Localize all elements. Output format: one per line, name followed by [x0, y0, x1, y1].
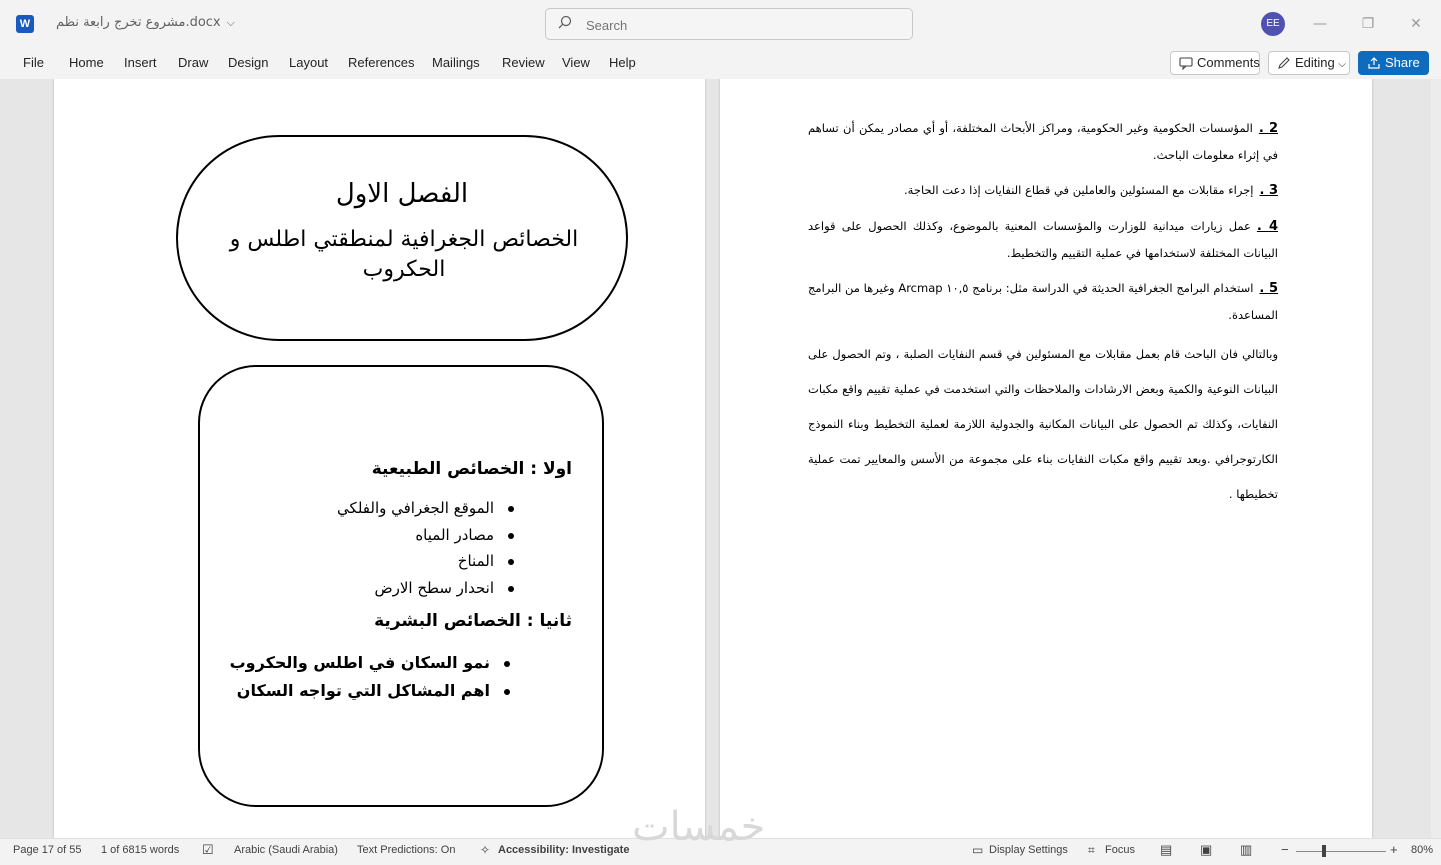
chapter-subtitle: الخصائص الجغرافية لمنطقتي اطلس و الحكروب	[229, 227, 579, 282]
menu-help[interactable]: Help	[609, 55, 636, 70]
language-status[interactable]: Arabic (Saudi Arabia)	[234, 844, 338, 856]
page-right[interactable]: 2 .المؤسسات الحكومية وغير الحكومية، ومرا…	[720, 79, 1372, 838]
menu-references[interactable]: References	[348, 55, 414, 70]
list-item: اهم المشاكل التي تواجه السكان	[237, 681, 510, 700]
item-text: المؤسسات الحكومية وغير الحكومية، ومراكز …	[808, 121, 1278, 162]
section1-heading: اولا : الخصائص الطبيعية	[371, 459, 572, 479]
list-item: نمو السكان في اطلس والحكروب	[230, 653, 510, 672]
item-text: عمل زيارات ميدانية للوزارت والمؤسسات الم…	[808, 219, 1278, 260]
zoom-level[interactable]: 80%	[1411, 844, 1433, 856]
bullet-icon	[508, 585, 514, 592]
document-title[interactable]: مشروع تخرج رابعة نظم.docx ⌵	[56, 15, 235, 30]
list-item: انحدار سطح الارض	[374, 579, 514, 597]
item-text: استخدام البرامج الجغرافية الحديثة في الد…	[808, 281, 1278, 322]
zoom-slider-thumb[interactable]	[1322, 845, 1326, 857]
list-item: 4 .عمل زيارات ميدانية للوزارت والمؤسسات …	[808, 213, 1278, 267]
text-predictions-status[interactable]: Text Predictions: On	[357, 844, 455, 856]
menu-home[interactable]: Home	[69, 55, 104, 70]
focus-button[interactable]: Focus	[1105, 844, 1135, 856]
zoom-out-icon[interactable]: −	[1281, 842, 1289, 857]
chapter-contents-shape[interactable]: اولا : الخصائص الطبيعية الموقع الجغرافي …	[198, 365, 604, 807]
chevron-down-icon: ⌵	[1338, 59, 1346, 70]
read-mode-icon[interactable]: ▤	[1160, 842, 1172, 858]
avatar[interactable]: EE	[1261, 12, 1285, 36]
menu-bar: File Home Insert Draw Design Layout Refe…	[0, 48, 1441, 92]
search-box[interactable]	[545, 8, 913, 40]
bullet-icon	[508, 558, 514, 565]
item-number: 4 .	[1256, 219, 1278, 234]
word-logo-icon: W	[16, 15, 34, 33]
minimize-icon[interactable]: —	[1308, 12, 1332, 36]
menu-draw[interactable]: Draw	[178, 55, 208, 70]
close-icon[interactable]: ✕	[1404, 12, 1428, 36]
document-name: مشروع تخرج رابعة نظم.docx	[56, 15, 221, 30]
title-bar: W مشروع تخرج رابعة نظم.docx ⌵ EE — ❐ ✕	[0, 0, 1441, 48]
display-settings-button[interactable]: Display Settings	[989, 844, 1068, 856]
share-button[interactable]: Share ⌵	[1358, 51, 1429, 92]
proofing-icon[interactable]: ☑	[202, 842, 214, 858]
list-item: المناخ	[458, 552, 514, 570]
print-layout-icon[interactable]: ▣	[1200, 842, 1212, 858]
focus-icon: ⌗	[1088, 843, 1095, 857]
zoom-slider[interactable]	[1296, 851, 1386, 852]
search-icon	[558, 15, 572, 29]
share-label: Share	[1385, 55, 1420, 70]
pencil-icon	[1278, 57, 1290, 69]
body-paragraph: وبالتالي فان الباحث قام بعمل مقابلات مع …	[808, 347, 1278, 501]
document-canvas[interactable]: الفصل الاول الخصائص الجغرافية لمنطقتي اط…	[0, 79, 1441, 838]
list-item: 3 . إجراء مقابلات مع المسئولين والعاملين …	[808, 177, 1278, 204]
item-number: 3 .	[1259, 183, 1278, 198]
bullet-icon	[508, 505, 514, 512]
page-count[interactable]: Page 17 of 55	[13, 844, 82, 856]
accessibility-icon: ✧	[480, 843, 491, 857]
web-layout-icon[interactable]: ▥	[1240, 842, 1252, 858]
list-item: مصادر المياه	[415, 526, 514, 544]
bullet-icon	[504, 688, 510, 695]
menu-file[interactable]: File	[23, 55, 44, 70]
chevron-down-icon: ⌵	[226, 16, 235, 29]
editing-button[interactable]: Editing ⌵	[1268, 51, 1350, 75]
list-item: 2 .المؤسسات الحكومية وغير الحكومية، ومرا…	[808, 115, 1278, 169]
chapter-title-shape[interactable]: الفصل الاول الخصائص الجغرافية لمنطقتي اط…	[176, 135, 628, 341]
chapter-title: الفصل الاول	[335, 179, 469, 209]
item-number: 2 .	[1258, 121, 1278, 136]
menu-review[interactable]: Review	[502, 55, 545, 70]
restore-icon[interactable]: ❐	[1356, 12, 1380, 36]
menu-insert[interactable]: Insert	[124, 55, 157, 70]
item-number: 5 .	[1259, 281, 1279, 296]
menu-mailings[interactable]: Mailings	[432, 55, 480, 70]
comments-button[interactable]: Comments	[1170, 51, 1260, 75]
display-settings-icon: ▭	[972, 843, 984, 857]
list-item: 5 .استخدام البرامج الجغرافية الحديثة في …	[808, 275, 1278, 329]
menu-layout[interactable]: Layout	[289, 55, 328, 70]
bullet-icon	[504, 660, 510, 667]
section2-heading: ثانيا : الخصائص البشرية	[374, 611, 572, 631]
bullet-icon	[508, 532, 514, 539]
menu-view[interactable]: View	[562, 55, 590, 70]
word-count[interactable]: 1 of 6815 words	[101, 844, 179, 856]
accessibility-status[interactable]: Accessibility: Investigate	[498, 844, 629, 856]
watermark: خمسات	[632, 804, 766, 850]
share-icon	[1368, 57, 1380, 69]
comment-icon	[1179, 57, 1193, 70]
vertical-scrollbar[interactable]	[1431, 79, 1441, 838]
search-input[interactable]	[586, 15, 886, 35]
list-item: الموقع الجغرافي والفلكي	[337, 499, 514, 517]
menu-design[interactable]: Design	[228, 55, 268, 70]
item-text: إجراء مقابلات مع المسئولين والعاملين في …	[904, 183, 1254, 197]
editing-label: Editing	[1295, 55, 1335, 70]
zoom-in-icon[interactable]: +	[1390, 842, 1398, 857]
comments-label: Comments	[1197, 55, 1260, 70]
page-left[interactable]: الفصل الاول الخصائص الجغرافية لمنطقتي اط…	[54, 79, 705, 838]
